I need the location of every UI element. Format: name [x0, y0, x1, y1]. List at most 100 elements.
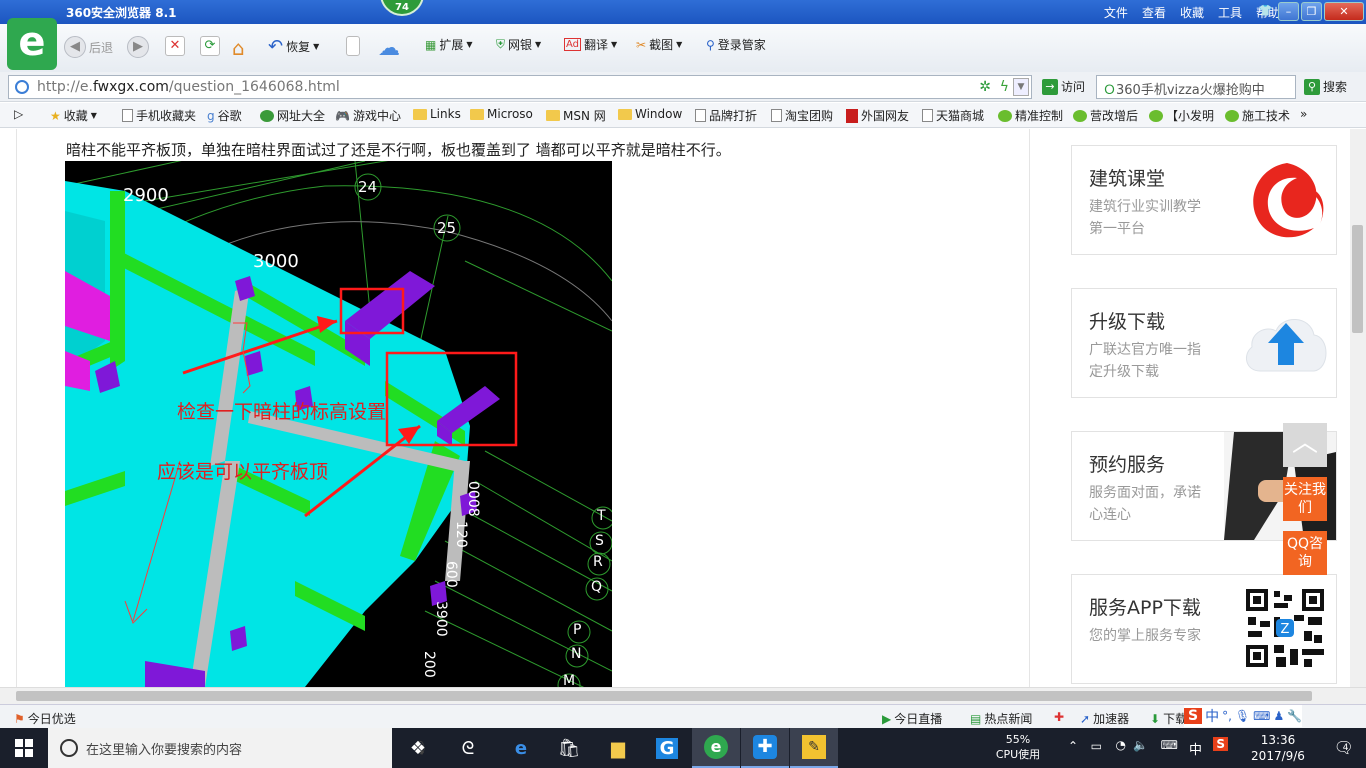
- volume-icon[interactable]: 🔈: [1133, 738, 1148, 752]
- hot-news-button[interactable]: ▤ 热点新闻: [970, 710, 1032, 727]
- bookmark-favorites[interactable]: ★ 收藏 ▼: [50, 107, 97, 124]
- bookmark-item[interactable]: 施工技术: [1225, 107, 1290, 124]
- restore-button[interactable]: ↶ 恢复 ▼: [268, 36, 319, 57]
- download-icon: ⬇: [1150, 711, 1161, 726]
- taskbar-360-browser[interactable]: e: [692, 728, 740, 768]
- bookmark-label: 收藏: [63, 109, 88, 123]
- menu-bar: 文件 查看 收藏 工具 帮助: [1104, 4, 1280, 21]
- login-manager-button[interactable]: ⚲ 登录管家: [706, 36, 766, 53]
- bookmark-item[interactable]: Microso: [470, 107, 533, 121]
- sogou-tray-icon[interactable]: S: [1213, 737, 1228, 751]
- keyboard-icon[interactable]: ⌨: [1161, 738, 1178, 752]
- back-arrow-icon: ◀: [64, 36, 86, 58]
- bookmark-item[interactable]: 品牌打折: [695, 107, 757, 124]
- scrollbar-thumb[interactable]: [16, 691, 1312, 701]
- forward-button[interactable]: ▶: [127, 36, 149, 58]
- extend-button[interactable]: ▦ 扩展 ▼: [425, 36, 473, 53]
- cpu-usage[interactable]: 55% CPU使用: [988, 732, 1048, 762]
- menu-favorites[interactable]: 收藏: [1180, 4, 1204, 21]
- more-bookmarks-icon[interactable]: »: [1300, 107, 1307, 121]
- card-app-download[interactable]: 服务APP下载 您的掌上服务专家 Z: [1071, 574, 1337, 684]
- lightning-icon[interactable]: ϟ: [1000, 79, 1009, 95]
- vertical-scrollbar[interactable]: [1350, 129, 1366, 687]
- search-input[interactable]: Ｏ360手机vizza火爆抢购中: [1096, 75, 1296, 99]
- battery-icon[interactable]: ▭: [1091, 739, 1102, 753]
- url-input[interactable]: http://e. fwxgx.com/question_1646068.html…: [8, 75, 1032, 99]
- health-icon[interactable]: ✚: [1054, 710, 1064, 724]
- bookmark-label: 天猫商城: [936, 109, 985, 123]
- qq-consult-button[interactable]: QQ咨询: [1283, 531, 1327, 575]
- skin-icon[interactable]: 👕: [1255, 2, 1276, 21]
- menu-tools[interactable]: 工具: [1218, 4, 1242, 21]
- cad-screenshot-image[interactable]: 2900 3000 24 25 检查一下暗柱的标高设置 应该是可以平齐板顶 T …: [65, 161, 612, 687]
- bookmark-item[interactable]: Window: [618, 107, 682, 121]
- visit-button[interactable]: → 访问: [1042, 78, 1085, 95]
- menu-file[interactable]: 文件: [1104, 4, 1128, 21]
- search-button[interactable]: ⚲ 搜索: [1304, 78, 1347, 95]
- sidebar-toggle-icon[interactable]: ▷: [14, 107, 23, 121]
- bank-button[interactable]: ⛨ 网银 ▼: [496, 36, 541, 53]
- download-button[interactable]: ⬇ 下载: [1150, 710, 1187, 727]
- translate-button[interactable]: Ad 翻译 ▼: [564, 36, 617, 53]
- taskbar-notes[interactable]: ✎: [790, 728, 838, 768]
- start-button[interactable]: [0, 728, 48, 768]
- horizontal-scrollbar[interactable]: [0, 687, 1366, 704]
- browser-logo-icon[interactable]: e: [7, 18, 57, 70]
- bookmark-item[interactable]: Links: [413, 107, 461, 121]
- taskbar: 在这里输入你要搜索的内容 🎙 ❖ ᘓ e 🛍 ▆ G e ✚ ✎ 55% CPU…: [0, 728, 1366, 768]
- chevron-down-icon[interactable]: ▼: [1013, 78, 1029, 96]
- chevron-up-icon[interactable]: ⌃: [1068, 739, 1078, 753]
- task-view-button[interactable]: ❖: [394, 728, 442, 768]
- notification-badge[interactable]: 74: [380, 0, 424, 16]
- bookmark-item[interactable]: 精准控制: [998, 107, 1063, 124]
- notification-center-icon[interactable]: 🗨 4: [1334, 738, 1354, 757]
- minimize-button[interactable]: –: [1278, 2, 1299, 21]
- forward-arrow-icon: ▶: [127, 36, 149, 58]
- bookmark-item[interactable]: 🎮 游戏中心: [335, 107, 401, 124]
- scrollbar-thumb[interactable]: [1352, 225, 1363, 333]
- vertical-dimension: 200: [421, 651, 437, 678]
- home-button[interactable]: ⌂: [232, 36, 245, 60]
- bookmark-item[interactable]: 营改增后: [1073, 107, 1138, 124]
- cloud-button[interactable]: ☁: [378, 36, 400, 61]
- status-label: 今日优选: [27, 712, 76, 726]
- taskbar-app[interactable]: ᘓ: [444, 728, 492, 768]
- bookmark-item[interactable]: MSN 网: [546, 107, 606, 124]
- accelerator-button[interactable]: ➚ 加速器: [1080, 710, 1129, 727]
- bookmark-item[interactable]: 天猫商城: [922, 107, 984, 124]
- taskbar-glodon[interactable]: G: [643, 728, 691, 768]
- bookmark-item[interactable]: 网址大全: [260, 107, 325, 124]
- visit-label: 访问: [1061, 80, 1086, 94]
- taskbar-store[interactable]: 🛍: [545, 728, 593, 768]
- bookmark-item[interactable]: 【小发明: [1149, 107, 1214, 124]
- loading-icon[interactable]: ✲: [979, 79, 991, 95]
- bookmark-item[interactable]: 外国网友: [846, 107, 909, 124]
- bookmark-item[interactable]: g 谷歌: [207, 107, 242, 124]
- phone-button[interactable]: [346, 36, 360, 56]
- maximize-button[interactable]: ❐: [1301, 2, 1322, 21]
- card-upgrade-download[interactable]: 升级下载 广联达官方唯一指定升级下载: [1071, 288, 1337, 398]
- back-to-top-button[interactable]: ︿: [1283, 423, 1327, 467]
- wechat-icon: [1073, 109, 1087, 122]
- taskbar-edge[interactable]: e: [497, 728, 545, 768]
- menu-view[interactable]: 查看: [1142, 4, 1166, 21]
- bookmark-item[interactable]: 淘宝团购: [771, 107, 833, 124]
- ime-indicator[interactable]: 中: [1189, 739, 1202, 758]
- wifi-icon[interactable]: ◔: [1116, 738, 1126, 752]
- follow-us-button[interactable]: 关注我们: [1283, 477, 1327, 521]
- taskbar-explorer[interactable]: ▆: [594, 728, 642, 768]
- live-button[interactable]: ▶ 今日直播: [882, 710, 942, 727]
- taskbar-search-input[interactable]: 在这里输入你要搜索的内容 🎙: [48, 728, 429, 768]
- back-button[interactable]: ◀ 后退: [64, 36, 113, 58]
- daily-picks-button[interactable]: ⚑ 今日优选: [14, 710, 76, 727]
- taskbar-app[interactable]: ✚: [741, 728, 789, 768]
- refresh-button[interactable]: ⟳: [200, 36, 220, 56]
- clock[interactable]: 13:36 2017/9/6: [1238, 732, 1318, 764]
- stop-button[interactable]: ✕: [165, 36, 185, 56]
- ime-toolbar[interactable]: S 中 °, 🎙 ⌨ ♟ 🔧: [1184, 705, 1303, 727]
- close-button[interactable]: ✕: [1324, 2, 1364, 21]
- bookmark-item[interactable]: 手机收藏夹: [122, 107, 196, 124]
- screenshot-button[interactable]: ✂ 截图 ▼: [636, 36, 682, 53]
- card-building-class[interactable]: 建筑课堂 建筑行业实训教学第一平台: [1071, 145, 1337, 255]
- bookmarks-bar: ▷ ★ 收藏 ▼ 手机收藏夹 g 谷歌 网址大全 🎮 游戏中心 Links Micros…: [0, 103, 1366, 128]
